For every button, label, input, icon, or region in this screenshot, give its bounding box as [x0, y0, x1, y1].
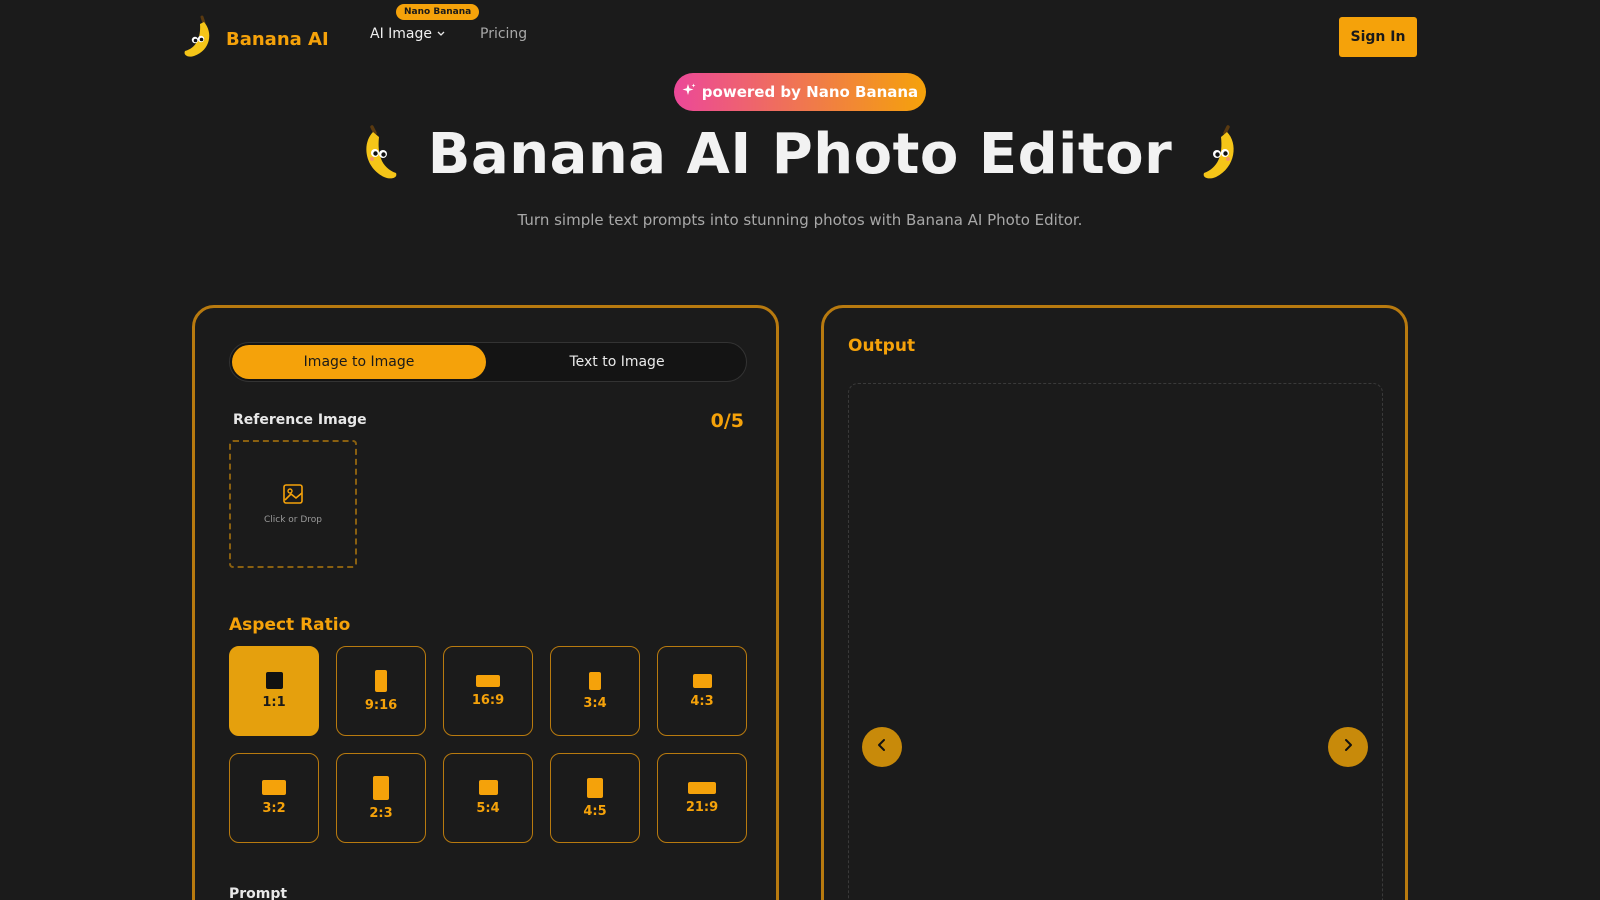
nav-ai-image-dropdown[interactable]: AI Image [370, 26, 446, 42]
banana-logo-icon [180, 14, 216, 64]
portrait-ratio-icon [373, 775, 389, 800]
chevron-left-icon [874, 737, 890, 757]
aspect-ratio-label-text: 4:3 [690, 693, 714, 709]
aspect-ratio-16-9[interactable]: 16:9 [443, 646, 533, 736]
aspect-ratio-label-text: 3:4 [583, 695, 607, 711]
page-subtitle: Turn simple text prompts into stunning p… [517, 211, 1083, 229]
square-ratio-icon [265, 672, 283, 689]
top-nav: Banana AI Nano Banana AI Image Pricing S… [0, 0, 1600, 72]
aspect-ratio-grid: 1:1 9:16 16:9 3:4 4:3 3:2 2:3 5:4 4:5 21… [229, 646, 747, 843]
logo-text: Banana AI [226, 28, 329, 50]
sign-in-button[interactable]: Sign In [1339, 17, 1417, 57]
previous-button[interactable] [862, 727, 902, 767]
landscape-ratio-icon [478, 780, 498, 795]
sparkle-icon [682, 83, 696, 101]
aspect-ratio-label-text: 4:5 [583, 803, 607, 819]
output-panel: Output [821, 305, 1408, 900]
next-button[interactable] [1328, 727, 1368, 767]
aspect-ratio-label-text: 2:3 [369, 805, 393, 821]
aspect-ratio-9-16[interactable]: 9:16 [336, 646, 426, 736]
powered-by-badge: powered by Nano Banana [674, 73, 926, 111]
aspect-ratio-21-9[interactable]: 21:9 [657, 753, 747, 843]
landscape-ratio-icon [262, 780, 286, 795]
tab-text-to-image[interactable]: Text to Image [490, 345, 744, 379]
aspect-ratio-label-text: 16:9 [471, 692, 505, 708]
portrait-ratio-icon [587, 777, 603, 798]
aspect-ratio-3-2[interactable]: 3:2 [229, 753, 319, 843]
aspect-ratio-2-3[interactable]: 2:3 [336, 753, 426, 843]
aspect-ratio-label: Aspect Ratio [229, 615, 351, 635]
ultrawide-ratio-icon [688, 781, 716, 794]
mode-tabs: Image to Image Text to Image [229, 342, 747, 382]
aspect-ratio-label-text: 3:2 [262, 801, 286, 816]
aspect-ratio-3-4[interactable]: 3:4 [550, 646, 640, 736]
nav-ai-image-label: AI Image [370, 26, 433, 42]
hero-title-row: Banana AI Photo Editor [0, 122, 1600, 187]
reference-image-count: 0/5 [710, 410, 744, 432]
aspect-ratio-5-4[interactable]: 5:4 [443, 753, 533, 843]
dropzone-text: Click or Drop [263, 515, 323, 525]
image-upload-icon [282, 483, 304, 509]
portrait-ratio-icon [589, 671, 601, 690]
tab-image-to-image[interactable]: Image to Image [232, 345, 486, 379]
banana-mascot-icon [358, 123, 406, 187]
chevron-down-icon [436, 26, 446, 42]
landscape-ratio-icon [692, 673, 712, 688]
reference-image-label: Reference Image [233, 412, 367, 428]
aspect-ratio-4-3[interactable]: 4:3 [657, 646, 747, 736]
nano-banana-badge: Nano Banana [396, 4, 480, 20]
portrait-ratio-icon [375, 669, 387, 692]
landscape-ratio-icon [476, 674, 500, 687]
page-title: Banana AI Photo Editor [427, 122, 1173, 187]
output-preview-area [848, 383, 1383, 900]
logo[interactable]: Banana AI [180, 14, 329, 64]
powered-by-text: powered by Nano Banana [701, 83, 919, 101]
aspect-ratio-label-text: 1:1 [262, 695, 286, 710]
aspect-ratio-4-5[interactable]: 4:5 [550, 753, 640, 843]
banana-mascot-icon [1194, 123, 1242, 187]
aspect-ratio-1-1[interactable]: 1:1 [229, 646, 319, 736]
chevron-right-icon [1340, 737, 1356, 757]
aspect-ratio-label-text: 5:4 [476, 801, 500, 816]
aspect-ratio-label-text: 9:16 [364, 697, 398, 713]
reference-image-dropzone[interactable]: Click or Drop [229, 440, 357, 568]
nav-pricing-link[interactable]: Pricing [480, 26, 527, 42]
prompt-label: Prompt [229, 886, 288, 900]
editor-panel: Image to Image Text to Image Reference I… [192, 305, 779, 900]
aspect-ratio-label-text: 21:9 [685, 799, 719, 815]
output-label: Output [848, 336, 916, 356]
